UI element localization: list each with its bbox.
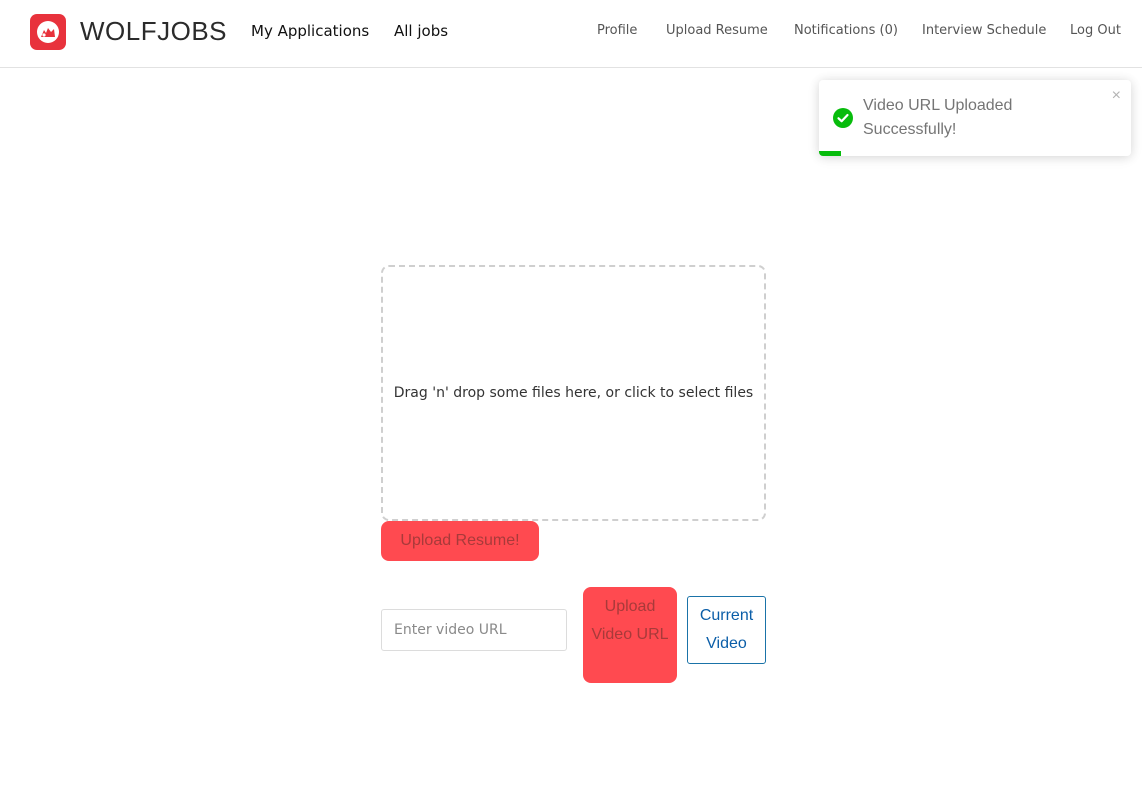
upload-video-url-button[interactable]: Upload Video URL [583, 587, 677, 683]
check-circle-icon [833, 108, 853, 128]
toast-message: Video URL Uploaded Successfully! [863, 97, 1013, 138]
nav-profile[interactable]: Profile [597, 23, 637, 38]
resume-dropzone[interactable]: Drag 'n' drop some files here, or click … [381, 265, 766, 521]
nav-all-jobs[interactable]: All jobs [394, 22, 448, 40]
nav-my-applications[interactable]: My Applications [251, 22, 369, 40]
close-icon[interactable]: × [1112, 87, 1121, 105]
wolf-logo-icon[interactable] [30, 14, 66, 50]
upload-resume-button[interactable]: Upload Resume! [381, 521, 539, 561]
current-video-button[interactable]: Current Video [687, 596, 766, 664]
toast-progress-bar [819, 151, 841, 156]
nav-log-out[interactable]: Log Out [1070, 23, 1121, 38]
video-url-input[interactable] [381, 609, 567, 651]
top-navbar: WOLFJOBS My Applications All jobs Profil… [0, 0, 1142, 68]
nav-upload-resume[interactable]: Upload Resume [666, 23, 768, 38]
nav-interview-schedule[interactable]: Interview Schedule [922, 23, 1046, 38]
nav-notifications[interactable]: Notifications (0) [794, 23, 898, 38]
dropzone-text: Drag 'n' drop some files here, or click … [393, 385, 754, 401]
brand-name[interactable]: WOLFJOBS [80, 16, 227, 47]
success-toast[interactable]: Video URL Uploaded Successfully! × [819, 80, 1131, 156]
